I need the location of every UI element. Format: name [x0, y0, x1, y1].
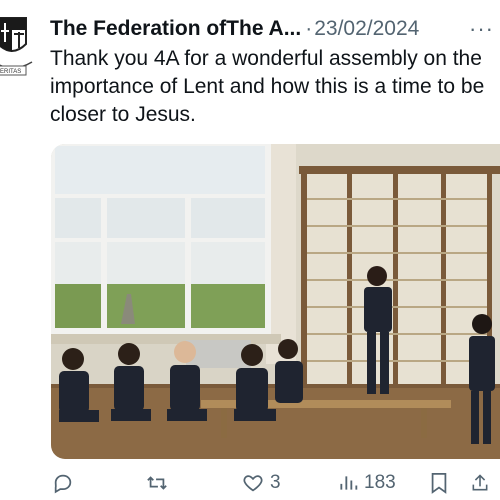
- retweet-button[interactable]: [145, 466, 175, 500]
- tweet-date[interactable]: 23/02/2024: [314, 17, 419, 41]
- share-button[interactable]: [470, 466, 490, 500]
- svg-text:ERITAS: ERITAS: [0, 69, 21, 75]
- header-separator: ·: [305, 17, 313, 40]
- heart-icon: [243, 475, 263, 492]
- like-count: 3: [270, 472, 281, 493]
- reply-button[interactable]: [52, 466, 80, 500]
- bookmark-icon: [431, 472, 447, 494]
- views-icon: [340, 476, 358, 490]
- views-count: 183: [364, 472, 396, 493]
- views-button[interactable]: 183: [338, 466, 396, 500]
- bookmark-button[interactable]: [430, 466, 448, 500]
- tweet-media-photo[interactable]: [51, 144, 500, 459]
- author-name[interactable]: The Federation ofThe A...: [50, 17, 301, 41]
- like-button[interactable]: 3: [242, 466, 281, 500]
- tweet-text: Thank you 4A for a wonderful assembly on…: [50, 47, 485, 126]
- tweet-actions: 3 183: [0, 466, 500, 500]
- more-options-icon[interactable]: ···: [469, 16, 494, 42]
- reply-icon: [54, 474, 72, 494]
- retweet-icon: [147, 476, 167, 490]
- share-icon: [472, 474, 488, 491]
- tweet-header: The Federation ofThe A... · 23/02/2024: [50, 14, 500, 44]
- assembly-photo: [51, 144, 500, 459]
- school-crest-icon: ERITAS: [0, 8, 36, 78]
- author-avatar[interactable]: ERITAS: [0, 8, 36, 78]
